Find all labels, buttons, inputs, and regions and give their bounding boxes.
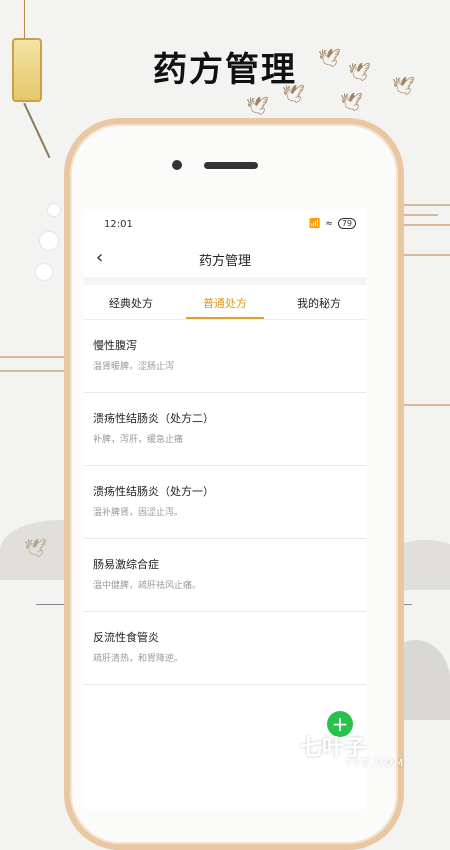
item-title: 慢性腹泻 [93, 339, 137, 352]
tab-secret[interactable]: 我的秘方 [272, 285, 366, 319]
list-item[interactable]: 慢性腹泻 温肾暖脾，涩肠止泻 [84, 320, 366, 393]
wifi-icon: ≈ [325, 218, 333, 229]
item-desc: 疏肝清热，和胃降逆。 [93, 654, 184, 664]
item-title: 溃疡性结肠炎（处方二） [93, 412, 214, 425]
item-desc: 温肾暖脾，涩肠止泻 [93, 362, 175, 372]
item-desc: 温中健脾，疏肝祛风止痛。 [93, 581, 202, 591]
item-title: 溃疡性结肠炎（处方一） [93, 485, 214, 498]
item-desc: 温补脾肾，固涩止泻。 [93, 508, 184, 518]
tab-bar: 经典处方 普通处方 我的秘方 [84, 285, 366, 319]
bird-icon: 🕊 [246, 96, 269, 117]
deco-line [36, 604, 64, 605]
watermark-domain: 7YZ.COM [345, 758, 405, 769]
signal-icon: 📶 [309, 218, 321, 229]
status-bar: 12:01 📶 ≈ 79 [84, 209, 366, 237]
app-screen: 12:01 📶 ≈ 79 ‹ 药方管理 经典处方 普通处方 我的秘方 慢性腹泻 … [84, 209, 366, 809]
status-icons: 📶 ≈ 79 [309, 218, 356, 229]
lantern-string [24, 0, 25, 40]
camera-icon [172, 160, 182, 170]
status-time: 12:01 [104, 219, 133, 230]
prescription-list: 慢性腹泻 温肾暖脾，涩肠止泻 溃疡性结肠炎（处方二） 补脾，泻肝，缓急止痛 溃疡… [84, 320, 366, 685]
tab-classic[interactable]: 经典处方 [84, 285, 178, 319]
speaker-grill [204, 162, 258, 169]
divider [84, 277, 366, 285]
bird-icon: 🕊 [340, 92, 363, 113]
battery-icon: 79 [337, 218, 356, 229]
list-item[interactable]: 肠易激综合症 温中健脾，疏肝祛风止痛。 [84, 539, 366, 612]
deco-line [0, 370, 64, 372]
list-item[interactable]: 反流性食管炎 疏肝清热，和胃降逆。 [84, 612, 366, 685]
item-desc: 补脾，泻肝，缓急止痛 [93, 435, 184, 445]
item-title: 肠易激综合症 [93, 558, 159, 571]
list-item[interactable]: 溃疡性结肠炎（处方二） 补脾，泻肝，缓急止痛 [84, 393, 366, 466]
deco-line [0, 356, 64, 358]
flower-decoration [40, 232, 58, 250]
flower-decoration [36, 264, 52, 280]
flower-decoration [48, 204, 60, 216]
promo-title: 药方管理 [153, 50, 297, 90]
navbar: ‹ 药方管理 [84, 237, 366, 277]
item-title: 反流性食管炎 [93, 631, 159, 644]
page-title: 药方管理 [198, 254, 251, 269]
list-item[interactable]: 溃疡性结肠炎（处方一） 温补脾肾，固涩止泻。 [84, 466, 366, 539]
tab-normal[interactable]: 普通处方 [178, 285, 272, 319]
